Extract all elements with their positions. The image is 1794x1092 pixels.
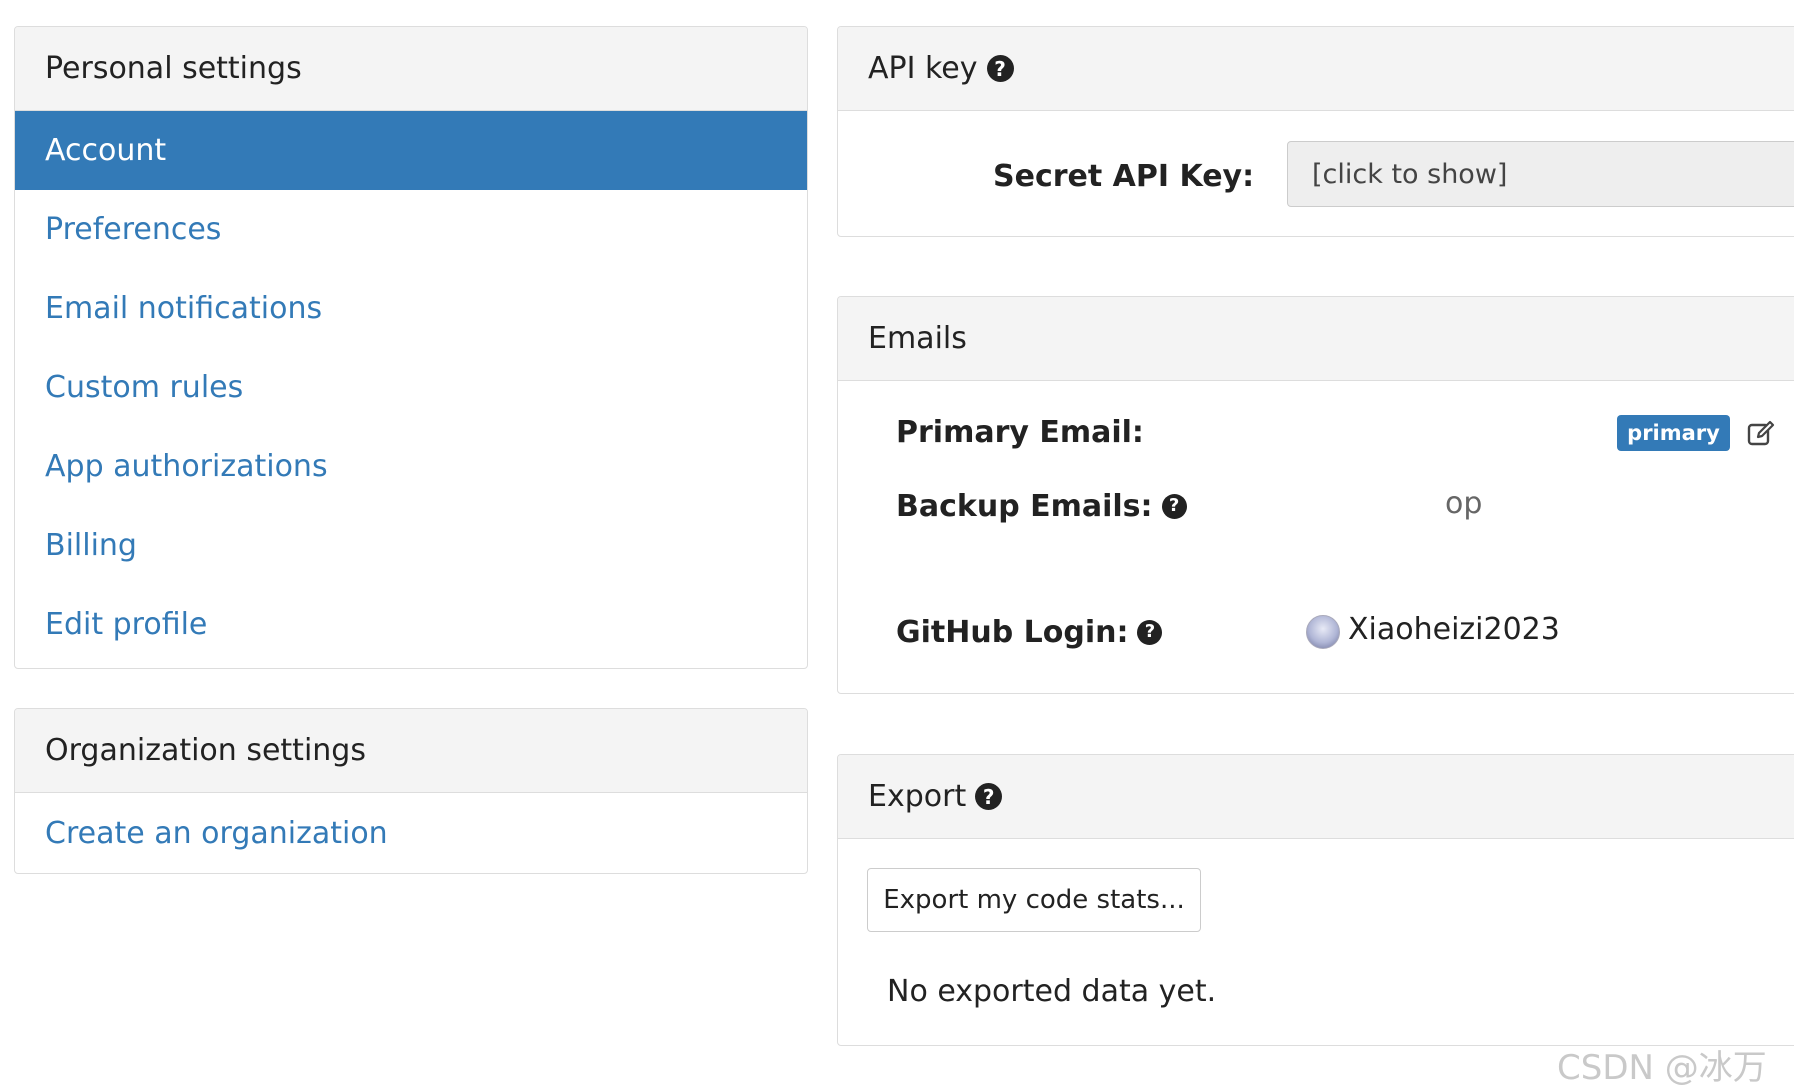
personal-settings-heading: Personal settings <box>15 27 807 111</box>
backup-emails-label-text: Backup Emails: <box>896 488 1153 524</box>
secret-api-key-field[interactable]: [click to show] <box>1287 141 1794 207</box>
export-heading: Export ? <box>838 755 1794 839</box>
question-circle-icon[interactable]: ? <box>975 783 1003 810</box>
github-login-label-text: GitHub Login: <box>896 614 1129 650</box>
emails-heading: Emails <box>838 297 1794 381</box>
question-circle-icon[interactable]: ? <box>1137 619 1163 645</box>
backup-email-value: op <box>1445 486 1483 521</box>
github-avatar <box>1306 615 1340 649</box>
export-title: Export <box>868 779 967 814</box>
personal-settings-nav: Account Preferences Email notifications … <box>15 111 807 664</box>
secret-api-key-label: Secret API Key: <box>993 158 1255 194</box>
nav-item-preferences[interactable]: Preferences <box>15 190 807 269</box>
nav-item-create-organization[interactable]: Create an organization <box>15 793 807 873</box>
personal-settings-panel: Personal settings Account Preferences Em… <box>14 26 808 669</box>
nav-item-billing[interactable]: Billing <box>15 506 807 585</box>
nav-item-email-notifications[interactable]: Email notifications <box>15 269 807 348</box>
export-status-text: No exported data yet. <box>887 974 1217 1009</box>
api-key-heading: API key ? <box>838 27 1794 111</box>
primary-badge: primary <box>1617 415 1730 451</box>
organization-settings-nav: Create an organization <box>15 793 807 873</box>
nav-item-app-authorizations[interactable]: App authorizations <box>15 427 807 506</box>
nav-item-edit-profile[interactable]: Edit profile <box>15 585 807 664</box>
backup-emails-label: Backup Emails: ? <box>896 486 1187 526</box>
organization-settings-heading: Organization settings <box>15 709 807 793</box>
export-code-stats-button[interactable]: Export my code stats... <box>867 868 1201 932</box>
github-username-link[interactable]: Xiaoheizi2023 <box>1348 612 1560 647</box>
api-key-title: API key <box>868 51 978 86</box>
organization-settings-panel: Organization settings Create an organiza… <box>14 708 808 874</box>
github-login-label: GitHub Login: ? <box>896 612 1163 652</box>
nav-item-account[interactable]: Account <box>15 111 807 190</box>
edit-icon[interactable] <box>1746 418 1776 448</box>
question-circle-icon[interactable]: ? <box>1161 493 1187 519</box>
question-circle-icon[interactable]: ? <box>986 55 1014 82</box>
csdn-watermark: CSDN @冰万森 <box>1557 1048 1767 1088</box>
primary-email-label: Primary Email: <box>896 414 1144 450</box>
nav-item-custom-rules[interactable]: Custom rules <box>15 348 807 427</box>
